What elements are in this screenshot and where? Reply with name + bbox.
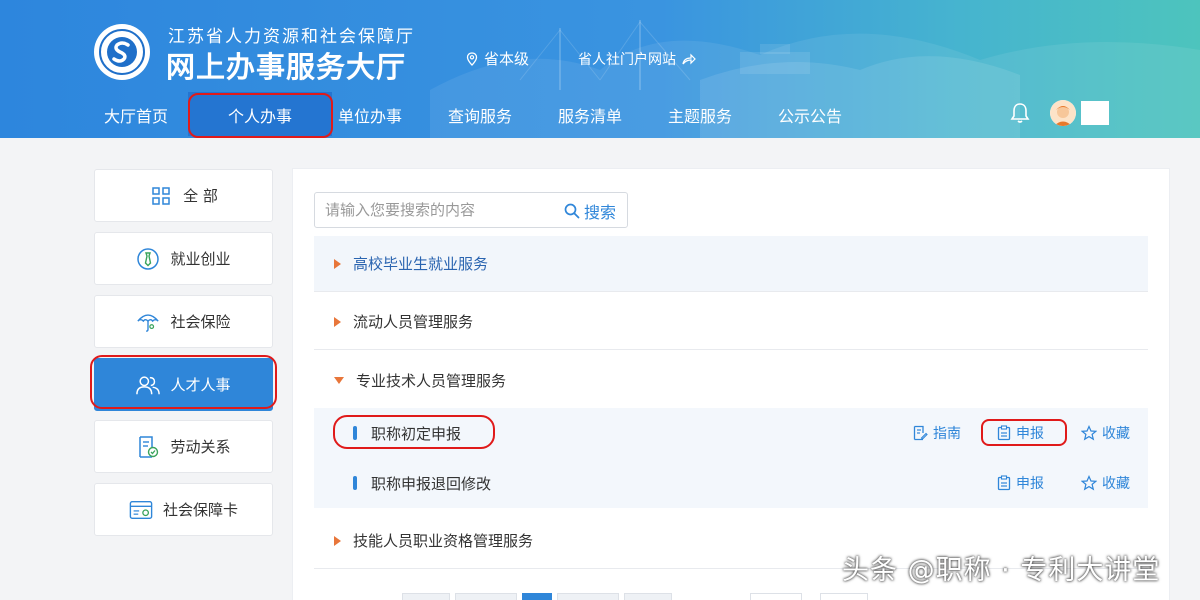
grid-icon	[149, 184, 173, 208]
sidebar-item-label: 人才人事	[170, 376, 231, 394]
category-label: 技能人员职业资格管理服务	[353, 532, 534, 550]
search-button[interactable]: 搜索	[564, 199, 616, 223]
star-icon	[1081, 475, 1097, 491]
people-icon	[136, 373, 161, 397]
star-icon	[1081, 425, 1097, 441]
user-avatar-icon[interactable]	[1050, 100, 1076, 126]
category-row[interactable]: 高校毕业生就业服务	[314, 236, 1148, 292]
pager-button[interactable]	[624, 593, 672, 600]
sidebar-item-all[interactable]: 全 部	[94, 169, 273, 222]
nav-item-personal[interactable]: 个人办事	[228, 103, 292, 127]
service-row[interactable]: 职称申报退回修改 申报 收藏	[314, 458, 1148, 508]
user-name-box[interactable]	[1081, 101, 1109, 125]
apply-button[interactable]: 申报	[997, 423, 1044, 443]
pager-go-button[interactable]	[820, 593, 868, 600]
region-label: 省本级	[484, 50, 530, 68]
top-header: 江苏省人力资源和社会保障厅 网上办事服务大厅 省本级 省人社门户网站 大厅首页 …	[0, 0, 1200, 138]
sidebar-item-talent[interactable]: 人才人事	[94, 358, 273, 411]
apply-button[interactable]: 申报	[997, 473, 1044, 493]
card-icon	[129, 498, 153, 522]
sidebar-item-insurance[interactable]: 社会保险	[94, 295, 273, 348]
apply-form-icon	[997, 475, 1011, 491]
hall-name[interactable]: 网上办事服务大厅	[166, 44, 406, 86]
expand-triangle-icon	[334, 535, 341, 546]
category-label: 流动人员管理服务	[353, 313, 474, 331]
pager-button[interactable]	[402, 593, 450, 600]
apply-label: 申报	[1016, 476, 1044, 492]
category-label: 专业技术人员管理服务	[356, 372, 507, 390]
portal-link-label: 省人社门户网站	[578, 52, 676, 68]
guide-document-icon	[913, 425, 928, 441]
service-label[interactable]: 职称初定申报	[371, 423, 461, 444]
source-watermark: 头条 @职称 · 专利大讲堂	[842, 555, 1161, 586]
apply-form-icon	[997, 425, 1011, 441]
pager-current-page[interactable]	[522, 593, 552, 600]
nav-item-organization[interactable]: 单位办事	[338, 103, 402, 127]
share-arrow-icon	[682, 53, 696, 65]
pager-jump-input[interactable]	[750, 593, 802, 600]
favorite-button[interactable]: 收藏	[1081, 423, 1130, 443]
social-security-logo-icon[interactable]	[94, 24, 150, 80]
tie-icon	[136, 247, 160, 271]
service-label[interactable]: 职称申报退回修改	[371, 473, 491, 494]
row-marker	[353, 476, 357, 490]
sidebar-item-labor[interactable]: 劳动关系	[94, 420, 273, 473]
nav-item-home[interactable]: 大厅首页	[104, 103, 168, 127]
search-button-label: 搜索	[584, 203, 617, 222]
nav-item-theme[interactable]: 主题服务	[668, 103, 732, 127]
sidebar-item-label: 就业创业	[170, 250, 231, 268]
sidebar-item-label: 劳动关系	[170, 438, 231, 456]
region-selector[interactable]: 省本级	[466, 48, 529, 69]
service-row[interactable]: 职称初定申报 指南 申报 收藏	[314, 408, 1148, 458]
expand-triangle-icon	[334, 258, 341, 269]
sidebar-item-employment[interactable]: 就业创业	[94, 232, 273, 285]
pager-button[interactable]	[455, 593, 517, 600]
umbrella-icon	[136, 310, 160, 334]
category-label: 高校毕业生就业服务	[353, 255, 489, 273]
favorite-label: 收藏	[1102, 426, 1130, 442]
row-marker	[353, 426, 357, 440]
nav-item-query[interactable]: 查询服务	[448, 103, 512, 127]
guide-button[interactable]: 指南	[912, 423, 961, 443]
document-icon	[136, 435, 160, 459]
nav-item-service-list[interactable]: 服务清单	[558, 103, 622, 127]
sidebar-item-ss-card[interactable]: 社会保障卡	[94, 483, 273, 536]
collapse-triangle-icon	[334, 377, 344, 384]
portal-link[interactable]: 省人社门户网站	[578, 49, 696, 69]
apply-label: 申报	[1016, 426, 1044, 442]
sidebar-item-label: 社会保险	[170, 313, 231, 331]
nav-item-notice[interactable]: 公示公告	[778, 103, 842, 127]
sidebar-item-label: 社会保障卡	[162, 501, 238, 519]
category-row-expanded[interactable]: 专业技术人员管理服务	[314, 353, 1148, 409]
favorite-label: 收藏	[1102, 476, 1130, 492]
favorite-button[interactable]: 收藏	[1081, 473, 1130, 493]
location-pin-icon	[466, 51, 478, 66]
sidebar-item-label: 全 部	[183, 187, 218, 205]
category-row[interactable]: 流动人员管理服务	[314, 294, 1148, 350]
expand-triangle-icon	[334, 316, 341, 327]
search-icon	[564, 203, 580, 219]
guide-label: 指南	[933, 426, 961, 442]
bell-icon[interactable]	[1010, 102, 1030, 124]
pager-button[interactable]	[557, 593, 619, 600]
